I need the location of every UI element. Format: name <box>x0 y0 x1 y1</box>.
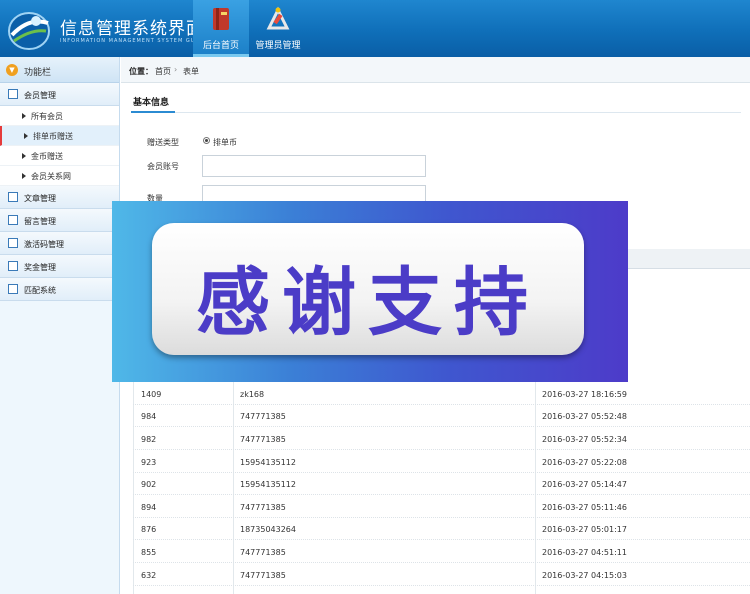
row-id: 1409 <box>141 390 162 399</box>
sidebar-group-activation-codes[interactable]: 激活码管理 <box>0 232 119 255</box>
sidebar-group-bonus[interactable]: 奖金管理 <box>0 255 119 278</box>
row-time: 2016-03-27 04:51:11 <box>542 548 627 557</box>
list-icon <box>8 89 18 99</box>
row-account: 15954135112 <box>240 458 296 467</box>
row-id: 894 <box>141 503 157 512</box>
table-row: 984 747771385 2016-03-27 05:52:48 <box>133 405 750 427</box>
triangle-right-icon <box>22 113 26 119</box>
thanks-banner-text: 感谢支持 <box>196 260 540 346</box>
table-row: 894 747771385 2016-03-27 05:11:46 <box>133 496 750 518</box>
row-time: 2016-03-27 05:22:08 <box>542 458 627 467</box>
breadcrumb-current: 表单 <box>183 67 199 76</box>
tools-icon <box>266 6 290 30</box>
row-time: 2016-03-27 05:52:48 <box>542 412 627 421</box>
gift-type-option-label: 排单币 <box>213 138 237 147</box>
breadcrumb-home-link[interactable]: 首页 <box>155 66 171 77</box>
sidebar-group-label: 匹配系统 <box>24 286 56 295</box>
row-time: 2016-03-27 05:52:34 <box>542 435 627 444</box>
row-id: 876 <box>141 525 157 534</box>
table-row: 923 15954135112 2016-03-27 05:22:08 <box>133 451 750 473</box>
edit-icon <box>8 215 18 225</box>
row-time: 2016-03-27 05:01:17 <box>542 525 627 534</box>
table-row: 902 15954135112 2016-03-27 05:14:47 <box>133 473 750 495</box>
breadcrumb: 位置： 首页 › 表单 <box>121 57 750 83</box>
sidebar-group-label: 会员管理 <box>24 91 56 100</box>
nav-admin-label: 管理员管理 <box>255 41 301 51</box>
sidebar-group-label: 激活码管理 <box>24 240 64 249</box>
row-id: 632 <box>141 571 157 580</box>
sidebar-item-label: 会员关系网 <box>31 172 71 181</box>
row-account: 747771385 <box>240 571 286 580</box>
system-title: 信息管理系统界面 <box>60 19 204 39</box>
top-header: 信息管理系统界面 INFORMATION MANAGEMENT SYSTEM G… <box>0 0 750 57</box>
nav-home-label: 后台首页 <box>202 41 239 51</box>
sidebar-group-label: 留言管理 <box>24 217 56 226</box>
list-icon <box>8 284 18 294</box>
row-account: 747771385 <box>240 435 286 444</box>
list-icon <box>8 261 18 271</box>
row-time: 2016-03-27 05:14:47 <box>542 480 627 489</box>
row-id: 984 <box>141 412 157 421</box>
row-account: 18735043264 <box>240 525 296 534</box>
list-icon <box>8 238 18 248</box>
row-account: 747771385 <box>240 503 286 512</box>
row-id: 855 <box>141 548 157 557</box>
sidebar-group-label: 文章管理 <box>24 194 56 203</box>
thanks-banner: 感谢支持 <box>112 201 628 382</box>
sidebar: ▼ 功能栏 会员管理 所有会员 排单币赠送 金币赠送 会员关系网 文章管理 留言… <box>0 57 120 594</box>
gift-type-label: 赠送类型 <box>147 138 179 147</box>
row-account: 747771385 <box>240 548 286 557</box>
row-time: 2016-03-27 04:15:03 <box>542 571 627 580</box>
edit-icon <box>8 192 18 202</box>
row-id: 982 <box>141 435 157 444</box>
sidebar-item-gold-gift[interactable]: 金币赠送 <box>0 146 119 166</box>
row-account: 15954135112 <box>240 480 296 489</box>
tab-divider <box>131 112 741 113</box>
row-id: 923 <box>141 458 157 467</box>
triangle-right-icon <box>22 173 26 179</box>
sidebar-group-members[interactable]: 会员管理 <box>0 83 119 106</box>
row-id: 902 <box>141 480 157 489</box>
table-row: 855 747771385 2016-03-27 04:51:11 <box>133 541 750 563</box>
thanks-banner-plate: 感谢支持 <box>152 223 584 355</box>
sidebar-item-label: 所有会员 <box>31 112 63 121</box>
triangle-right-icon <box>22 153 26 159</box>
sidebar-title: 功能栏 <box>24 68 52 78</box>
account-label: 会员账号 <box>147 162 179 171</box>
chevron-down-icon: ▼ <box>6 64 18 76</box>
system-subtitle: INFORMATION MANAGEMENT SYSTEM GUI <box>60 38 198 44</box>
sidebar-item-all-members[interactable]: 所有会员 <box>0 106 119 126</box>
table-row: 1409 zk168 2016-03-27 18:16:59 <box>133 383 750 405</box>
sidebar-group-articles[interactable]: 文章管理 <box>0 186 119 209</box>
row-account: 747771385 <box>240 412 286 421</box>
tab-basic-info[interactable]: 基本信息 <box>133 95 169 108</box>
tab-active-indicator <box>131 111 175 113</box>
sidebar-item-label: 金币赠送 <box>31 152 63 161</box>
table-row: 632 747771385 2016-03-27 04:15:03 <box>133 564 750 586</box>
gift-type-radio[interactable] <box>203 137 210 144</box>
sidebar-group-messages[interactable]: 留言管理 <box>0 209 119 232</box>
breadcrumb-label: 位置： <box>129 67 153 76</box>
row-time: 2016-03-27 18:16:59 <box>542 390 627 399</box>
nav-admin-button[interactable]: 管理员管理 <box>252 0 304 57</box>
sidebar-item-member-network[interactable]: 会员关系网 <box>0 166 119 186</box>
sidebar-group-matching[interactable]: 匹配系统 <box>0 278 119 301</box>
sidebar-group-label: 奖金管理 <box>24 263 56 272</box>
row-account: zk168 <box>240 390 265 399</box>
sidebar-header[interactable]: ▼ 功能栏 <box>0 57 119 83</box>
sidebar-item-order-coin-gift[interactable]: 排单币赠送 <box>0 126 119 146</box>
app-window: 信息管理系统界面 INFORMATION MANAGEMENT SYSTEM G… <box>0 0 750 594</box>
globe-logo-icon <box>8 12 50 50</box>
nav-home-button[interactable]: 后台首页 <box>193 0 249 57</box>
account-input[interactable] <box>202 155 426 177</box>
row-time: 2016-03-27 05:11:46 <box>542 503 627 512</box>
table-row: 876 18735043264 2016-03-27 05:01:17 <box>133 518 750 540</box>
table-row: 982 747771385 2016-03-27 05:52:34 <box>133 428 750 450</box>
chevron-right-icon: › <box>174 65 178 74</box>
sidebar-item-label: 排单币赠送 <box>33 132 73 141</box>
triangle-right-icon <box>24 133 28 139</box>
book-icon <box>213 8 229 30</box>
